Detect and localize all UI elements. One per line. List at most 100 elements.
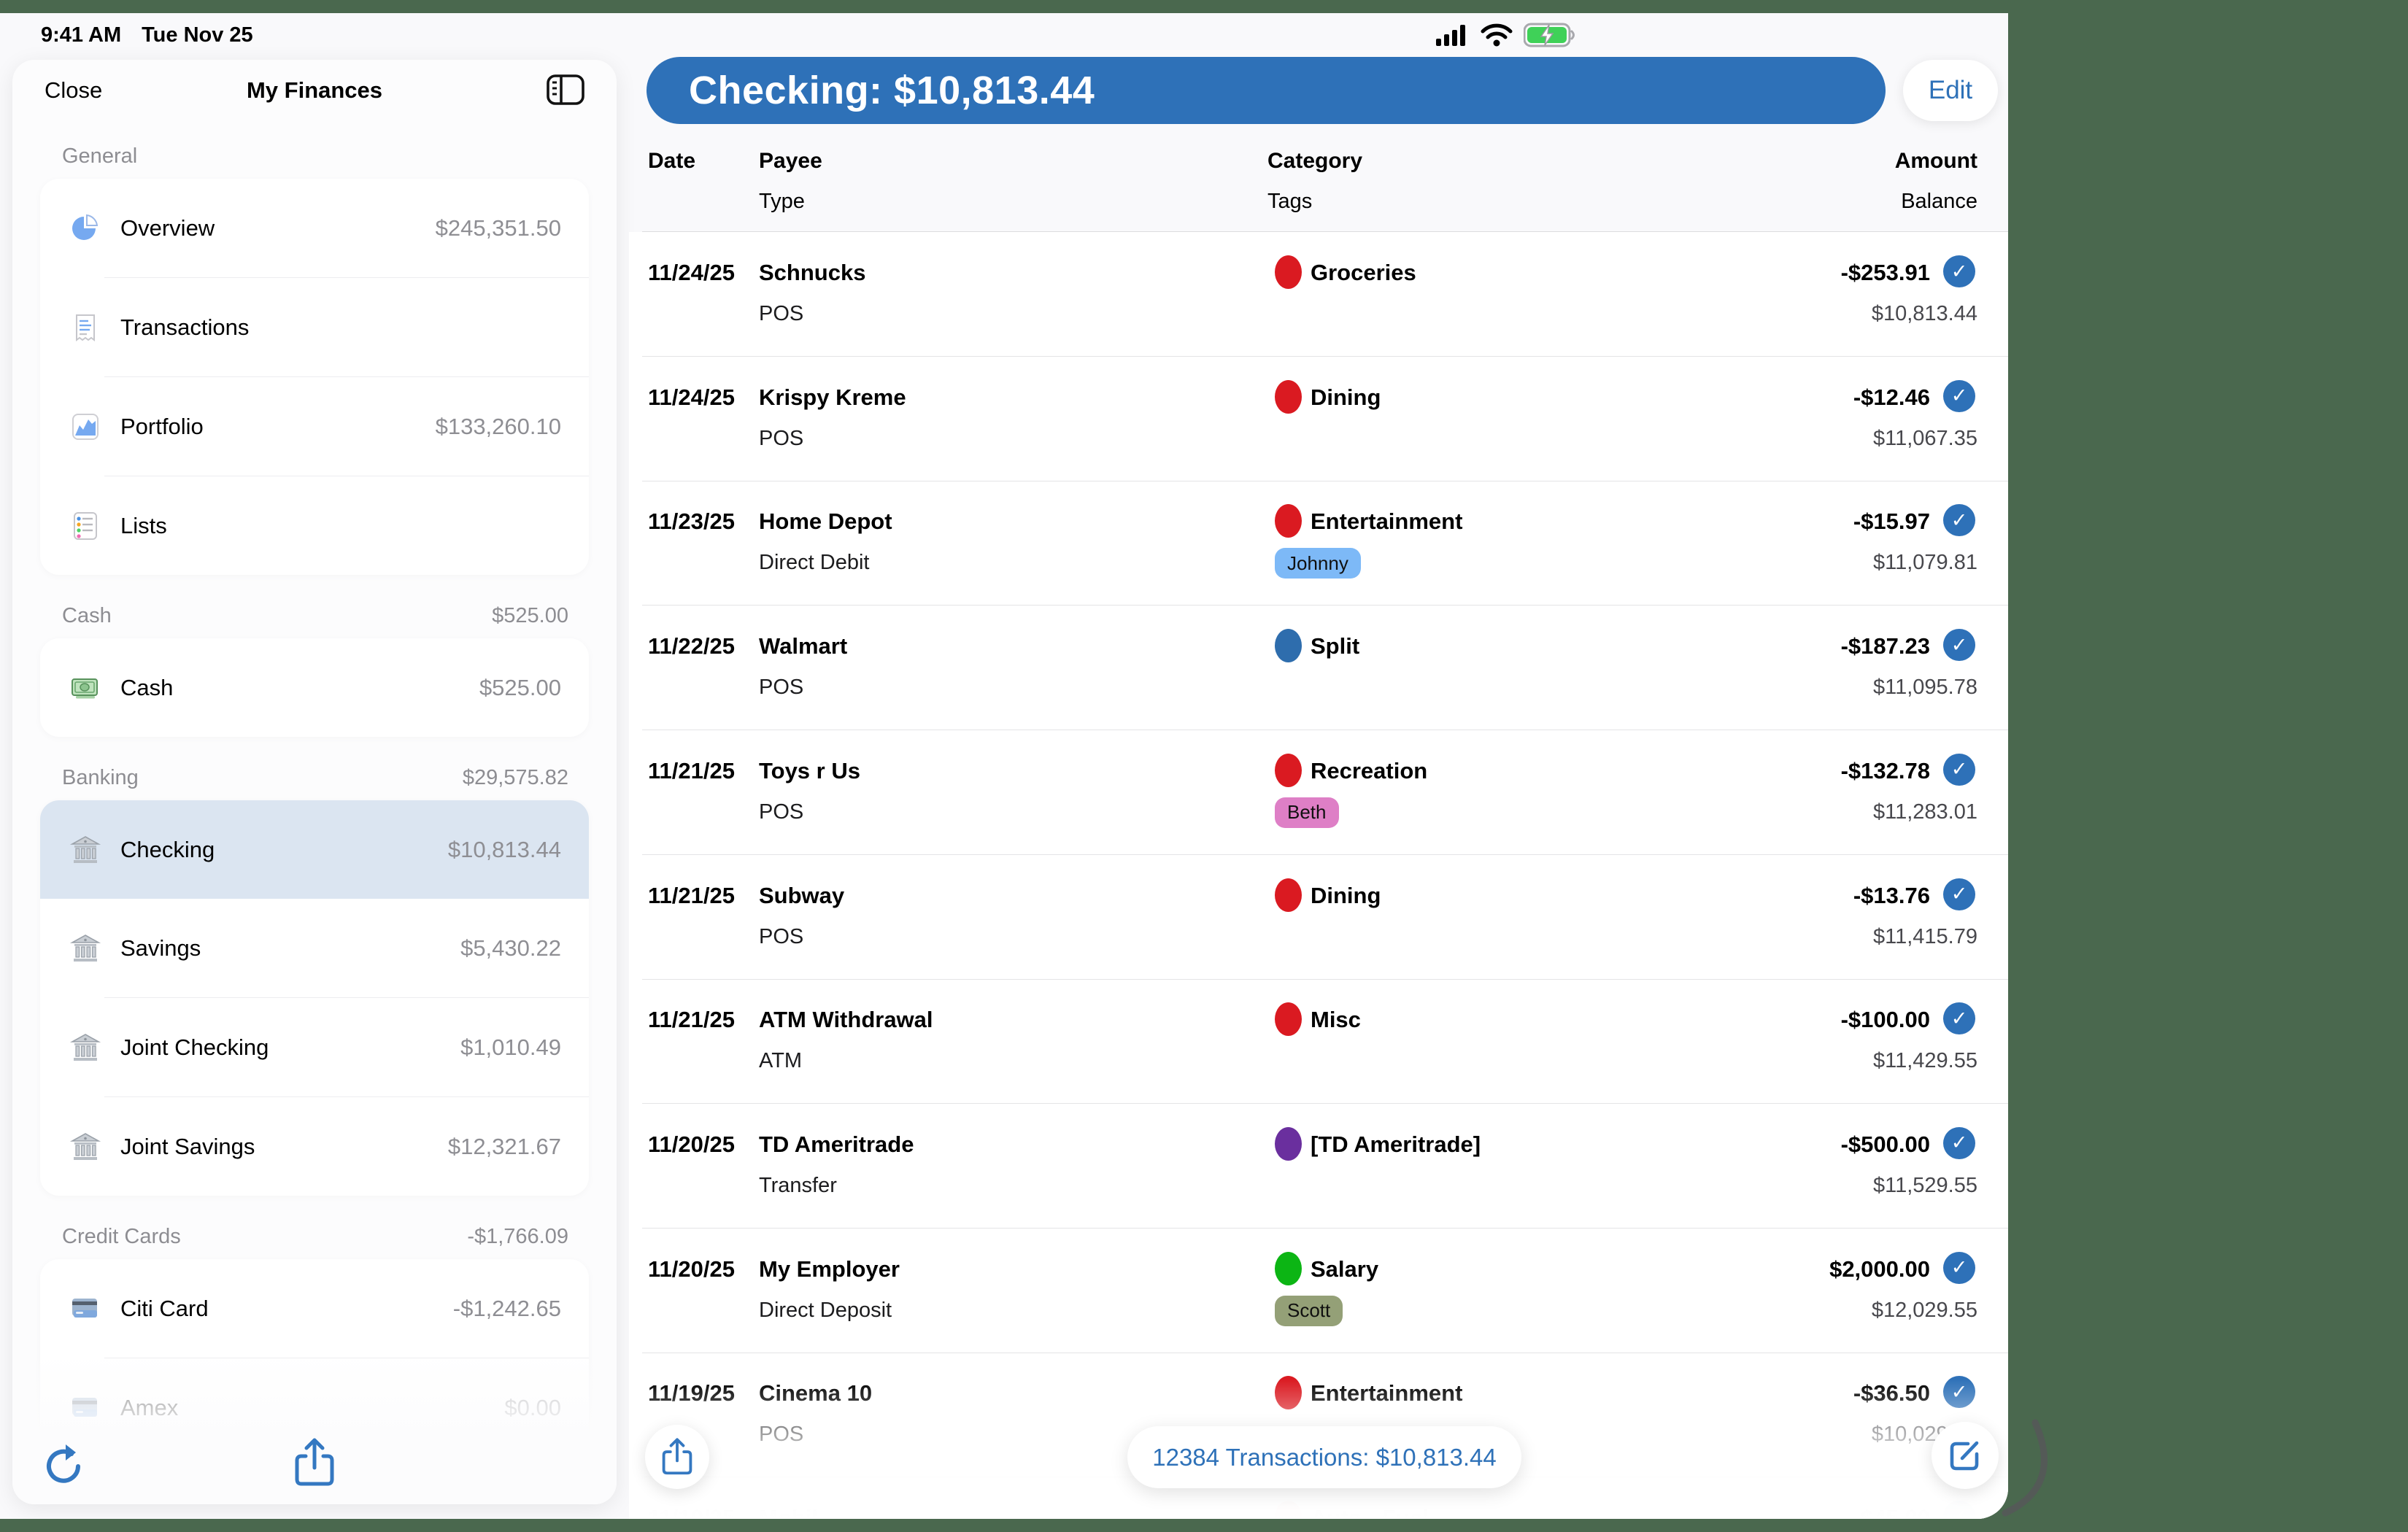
section-total: $29,575.82 bbox=[463, 766, 568, 790]
status-time-date: 9:41 AMTue Nov 25 bbox=[41, 23, 274, 47]
sidebar-item-overview[interactable]: Overview$245,351.50 bbox=[40, 179, 589, 277]
category-color-dot bbox=[1275, 878, 1302, 912]
transactions-summary-text: 12384 Transactions: $10,813.44 bbox=[1152, 1444, 1497, 1471]
transaction-category: Split bbox=[1311, 633, 1359, 659]
sidebar-section-card: Checking$10,813.44Savings$5,430.22Joint … bbox=[40, 800, 589, 1196]
transaction-payee: Krispy Kreme bbox=[759, 384, 906, 411]
pie-chart-icon bbox=[69, 212, 101, 244]
section-title: Credit Cards bbox=[62, 1225, 181, 1249]
category-color-dot bbox=[1275, 1252, 1302, 1285]
sidebar-section-label: General bbox=[12, 124, 617, 179]
cleared-check-icon[interactable]: ✓ bbox=[1943, 1127, 1975, 1159]
sidebar-item-joint-savings[interactable]: Joint Savings$12,321.67 bbox=[40, 1097, 589, 1196]
cleared-check-icon[interactable]: ✓ bbox=[1943, 255, 1975, 287]
transaction-amount: -$36.50 bbox=[1853, 1380, 1930, 1407]
account-name: Lists bbox=[120, 513, 561, 539]
cleared-check-icon[interactable]: ✓ bbox=[1943, 1376, 1975, 1408]
section-title: General bbox=[62, 144, 137, 169]
account-balance: $0.00 bbox=[504, 1395, 561, 1421]
transaction-row[interactable]: 11/23/25Home DepotDirect DebitEntertainm… bbox=[642, 481, 2008, 606]
transaction-type: ATM bbox=[759, 1049, 802, 1073]
sidebar-section-card: Citi Card-$1,242.65Amex$0.00 bbox=[40, 1259, 589, 1457]
transaction-amount: -$12.46 bbox=[1853, 384, 1930, 411]
transaction-tag: Beth bbox=[1275, 797, 1339, 828]
account-name: Joint Checking bbox=[120, 1034, 460, 1061]
transaction-amount: -$187.23 bbox=[1841, 633, 1930, 659]
transaction-category: Salary bbox=[1311, 1256, 1378, 1283]
transaction-date: 11/20/25 bbox=[648, 1256, 735, 1283]
sidebar-item-portfolio[interactable]: Portfolio$133,260.10 bbox=[40, 377, 589, 476]
transaction-row[interactable]: 11/24/25Krispy KremePOSDining-$12.46✓$11… bbox=[642, 357, 2008, 481]
account-balance: $245,351.50 bbox=[436, 215, 561, 241]
transaction-amount: -$253.91 bbox=[1841, 260, 1930, 286]
transaction-category: Dining bbox=[1311, 883, 1381, 909]
transaction-row[interactable]: 11/22/25WalmartPOSSplit-$187.23✓$11,095.… bbox=[642, 606, 2008, 730]
transaction-type: POS bbox=[759, 1423, 803, 1447]
refresh-icon[interactable] bbox=[42, 1439, 88, 1493]
transaction-category: Recreation bbox=[1311, 758, 1427, 784]
transaction-row[interactable]: 11/20/25My EmployerDirect DepositSalaryS… bbox=[642, 1229, 2008, 1353]
running-balance: $10,813.44 bbox=[1872, 302, 1977, 326]
transaction-category: [TD Ameritrade] bbox=[1311, 1131, 1481, 1158]
section-title: Cash bbox=[62, 604, 112, 628]
account-balance: $5,430.22 bbox=[460, 935, 561, 962]
sidebar-item-transactions[interactable]: Transactions bbox=[40, 278, 589, 376]
transaction-payee: Schnucks bbox=[759, 260, 865, 286]
transaction-date: 11/24/25 bbox=[648, 260, 735, 286]
category-color-dot bbox=[1275, 629, 1302, 662]
cleared-check-icon[interactable]: ✓ bbox=[1943, 1002, 1975, 1034]
section-total: $525.00 bbox=[492, 604, 568, 628]
cleared-check-icon[interactable]: ✓ bbox=[1943, 629, 1975, 661]
cleared-check-icon[interactable]: ✓ bbox=[1943, 380, 1975, 412]
sidebar-item-savings[interactable]: Savings$5,430.22 bbox=[40, 899, 589, 997]
sidebar-item-joint-checking[interactable]: Joint Checking$1,010.49 bbox=[40, 998, 589, 1096]
transaction-row[interactable]: 11/24/25SchnucksPOSGroceries-$253.91✓$10… bbox=[642, 232, 2008, 357]
sidebar-header: Close My Finances bbox=[12, 60, 617, 124]
sidebar-share-icon[interactable] bbox=[293, 1436, 336, 1493]
transaction-row[interactable]: 11/21/25Toys r UsPOSRecreationBeth-$132.… bbox=[642, 730, 2008, 855]
running-balance: $11,429.55 bbox=[1873, 1049, 1977, 1073]
running-balance: $11,067.35 bbox=[1873, 427, 1977, 451]
sidebar: Close My Finances General Overview$245,35… bbox=[12, 60, 617, 1504]
transaction-tag: Johnny bbox=[1275, 548, 1361, 579]
transaction-type: POS bbox=[759, 925, 803, 949]
sidebar-title: My Finances bbox=[12, 77, 617, 104]
account-name: Overview bbox=[120, 215, 436, 241]
category-color-dot bbox=[1275, 1376, 1302, 1409]
credit-card-icon bbox=[69, 1392, 101, 1424]
category-color-dot bbox=[1275, 754, 1302, 787]
transaction-row[interactable]: 11/21/25ATM WithdrawalATMMisc-$100.00✓$1… bbox=[642, 979, 2008, 1104]
portfolio-chart-icon bbox=[69, 411, 101, 443]
category-color-dot bbox=[1275, 1002, 1302, 1036]
sidebar-toggle-icon[interactable] bbox=[545, 71, 586, 112]
credit-card-icon bbox=[69, 1293, 101, 1325]
sidebar-section-label: Cash $525.00 bbox=[12, 575, 617, 638]
cleared-check-icon[interactable]: ✓ bbox=[1943, 1252, 1975, 1284]
cleared-check-icon[interactable]: ✓ bbox=[1943, 878, 1975, 910]
cleared-check-icon[interactable]: ✓ bbox=[1943, 1501, 1975, 1519]
account-balance: $133,260.10 bbox=[436, 414, 561, 440]
transaction-payee: Toys r Us bbox=[759, 758, 860, 784]
running-balance: $11,415.79 bbox=[1873, 925, 1977, 949]
section-title: Banking bbox=[62, 766, 139, 790]
share-button[interactable] bbox=[645, 1425, 709, 1489]
cleared-check-icon[interactable]: ✓ bbox=[1943, 754, 1975, 786]
transaction-type: POS bbox=[759, 427, 803, 451]
sidebar-item-lists[interactable]: Lists bbox=[40, 476, 589, 575]
account-name: Transactions bbox=[120, 314, 561, 341]
sidebar-item-checking[interactable]: Checking$10,813.44 bbox=[40, 800, 589, 899]
sidebar-item-cash[interactable]: Cash$525.00 bbox=[40, 638, 589, 737]
account-balance: $525.00 bbox=[479, 675, 561, 701]
transaction-date: 11/21/25 bbox=[648, 883, 735, 909]
transaction-payee: Walmart bbox=[759, 633, 847, 659]
running-balance: $11,095.78 bbox=[1873, 676, 1977, 700]
compose-button[interactable] bbox=[1932, 1422, 1999, 1489]
sidebar-section-label: Banking $29,575.82 bbox=[12, 737, 617, 800]
cleared-check-icon[interactable]: ✓ bbox=[1943, 504, 1975, 536]
running-balance: $11,529.55 bbox=[1873, 1174, 1977, 1198]
transaction-row[interactable]: 11/20/25TD AmeritradeTransfer[TD Ameritr… bbox=[642, 1104, 2008, 1229]
transaction-row[interactable]: 11/21/25SubwayPOSDining-$13.76✓$11,415.7… bbox=[642, 855, 2008, 980]
bank-icon bbox=[69, 1032, 101, 1064]
sidebar-item-citi-card[interactable]: Citi Card-$1,242.65 bbox=[40, 1259, 589, 1358]
transaction-category: Groceries bbox=[1311, 260, 1416, 286]
